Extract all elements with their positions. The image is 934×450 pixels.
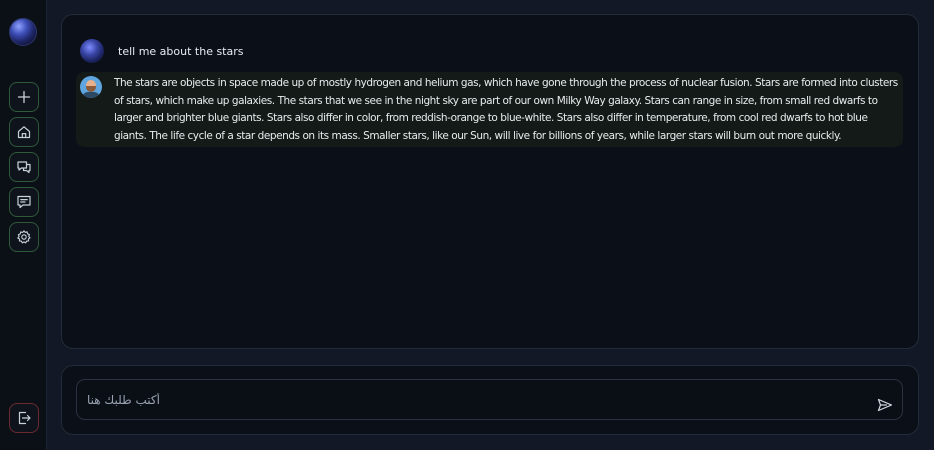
logout-icon (18, 411, 31, 425)
messages-button[interactable] (9, 187, 39, 217)
message-icon (17, 195, 31, 209)
profile-avatar[interactable] (9, 18, 37, 46)
message-input[interactable] (77, 380, 877, 419)
sidebar (0, 0, 47, 450)
logout-button[interactable] (9, 403, 39, 433)
settings-button[interactable] (9, 222, 39, 252)
message-input-box (76, 379, 903, 420)
assistant-message-text: The stars are objects in space made up o… (114, 77, 898, 142)
chats-button[interactable] (9, 152, 39, 182)
home-button[interactable] (9, 117, 39, 147)
composer-panel (61, 365, 919, 435)
chats-icon (17, 161, 31, 174)
assistant-avatar (80, 76, 102, 98)
send-icon[interactable] (877, 397, 893, 413)
user-message: tell me about the stars (80, 39, 244, 63)
user-message-text: tell me about the stars (118, 44, 244, 58)
new-chat-button[interactable] (9, 82, 39, 112)
home-icon (17, 126, 31, 139)
user-avatar (80, 39, 104, 63)
assistant-message: The stars are objects in space made up o… (76, 72, 903, 147)
plus-icon (17, 90, 31, 104)
gear-icon (17, 230, 31, 244)
chat-panel: tell me about the stars The stars are ob… (61, 14, 919, 349)
